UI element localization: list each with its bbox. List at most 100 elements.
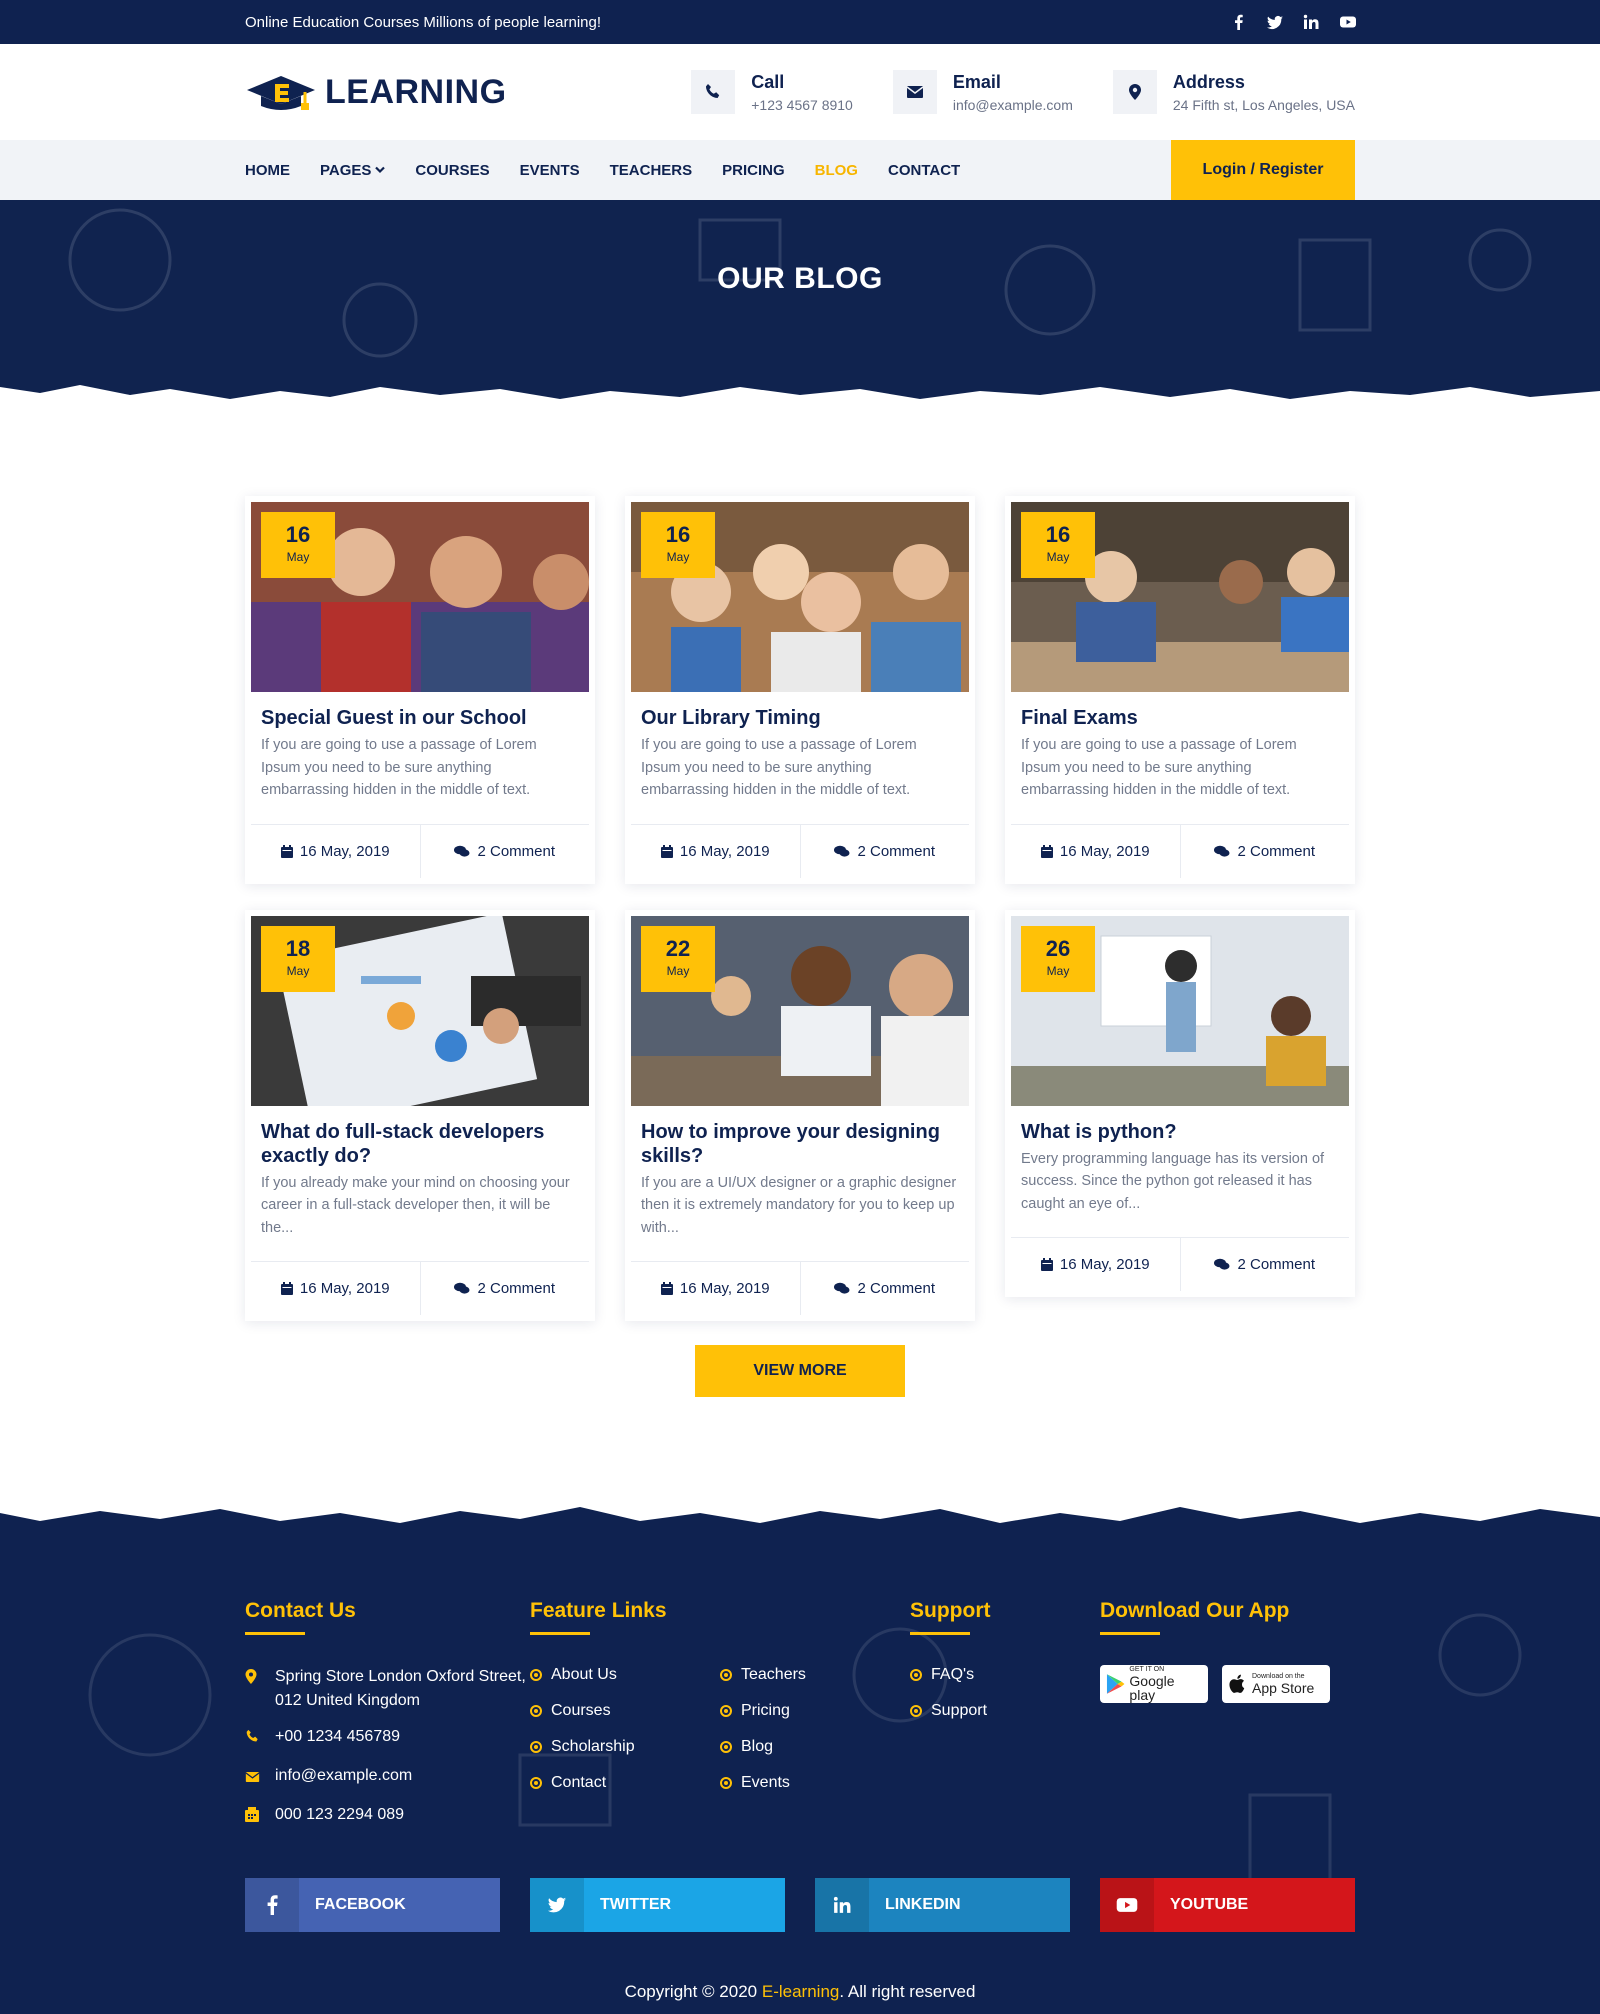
- blog-image[interactable]: 16 May: [251, 502, 589, 692]
- blog-image[interactable]: 16 May: [1011, 502, 1349, 692]
- post-date: 16 May, 2019: [631, 824, 801, 878]
- blog-image[interactable]: 22 May: [631, 915, 969, 1106]
- footer-heading: Support: [910, 1599, 1100, 1635]
- footer-link[interactable]: Pricing: [720, 1693, 806, 1729]
- contact-value[interactable]: +123 4567 8910: [751, 97, 853, 113]
- youtube-button[interactable]: YOUTUBE: [1100, 1878, 1355, 1932]
- twitter-icon[interactable]: [1267, 14, 1283, 30]
- link-label: Pricing: [741, 1702, 790, 1719]
- post-comments[interactable]: 2 Comment: [801, 825, 970, 878]
- footer-link[interactable]: Scholarship: [530, 1729, 720, 1765]
- comments-icon: [454, 845, 470, 857]
- post-comments[interactable]: 2 Comment: [801, 1262, 970, 1315]
- post-comments[interactable]: 2 Comment: [421, 1262, 590, 1315]
- comments-icon: [834, 845, 850, 857]
- footer-email[interactable]: info@example.com: [245, 1764, 530, 1791]
- link-label: Support: [931, 1702, 988, 1719]
- nav-item-pages[interactable]: PAGES: [320, 161, 386, 179]
- blog-image[interactable]: 18 May: [251, 915, 589, 1106]
- footer-link[interactable]: Support: [910, 1693, 1100, 1729]
- post-date-text: 16 May, 2019: [1059, 842, 1150, 860]
- post-meta: 16 May, 2019 2 Comment: [1011, 1237, 1349, 1291]
- contact-label: Call: [751, 71, 785, 92]
- date-month: May: [666, 963, 690, 978]
- nav-item-contact[interactable]: CONTACT: [888, 162, 960, 179]
- logo-text: LEARNING: [325, 72, 507, 111]
- copyright-brand-link[interactable]: E-learning: [762, 1982, 840, 2001]
- youtube-icon[interactable]: [1339, 14, 1356, 30]
- twitter-button[interactable]: TWITTER: [530, 1878, 785, 1932]
- footer-phone[interactable]: +00 1234 456789: [245, 1725, 530, 1752]
- circle-dot-icon: [910, 1669, 922, 1681]
- nav-item-pricing[interactable]: PRICING: [722, 162, 785, 179]
- chevron-down-icon: [375, 166, 386, 174]
- graduation-cap-logo-icon: [247, 76, 315, 110]
- footer-link[interactable]: Teachers: [720, 1657, 806, 1693]
- linkedin-icon[interactable]: [1303, 14, 1319, 30]
- blog-card[interactable]: 26 May What is python? Every programming …: [1005, 909, 1355, 1297]
- date-day: 16: [665, 522, 691, 547]
- email-text: info@example.com: [275, 1767, 413, 1784]
- nav-item-blog[interactable]: BLOG: [815, 162, 858, 179]
- blog-image[interactable]: 26 May: [1011, 915, 1349, 1106]
- feature-links-col2: Teachers Pricing Blog Events: [720, 1657, 806, 1801]
- nav-item-courses[interactable]: COURSES: [415, 162, 489, 179]
- facebook-button[interactable]: FACEBOOK: [245, 1878, 500, 1932]
- nav-item-home[interactable]: HOME: [245, 162, 290, 179]
- blog-image[interactable]: 16 May: [631, 502, 969, 692]
- footer-link[interactable]: Blog: [720, 1729, 806, 1765]
- map-pin-icon: [245, 1665, 261, 1713]
- blog-card[interactable]: 16 May Our Library Timing If you are goin…: [625, 496, 975, 884]
- blog-card[interactable]: 16 May Special Guest in our School If you…: [245, 496, 595, 884]
- comment-count: 2 Comment: [1237, 1256, 1316, 1273]
- footer-link[interactable]: Courses: [530, 1693, 720, 1729]
- footer-social-buttons: FACEBOOK TWITTER LINKEDIN YOUTUBE: [245, 1878, 1355, 1932]
- post-date: 16 May, 2019: [1011, 824, 1181, 878]
- footer-link[interactable]: Events: [720, 1765, 806, 1801]
- blog-card[interactable]: 22 May How to improve your designing skil…: [625, 909, 975, 1321]
- facebook-icon[interactable]: [1231, 14, 1247, 30]
- blog-card[interactable]: 16 May Final Exams If you are going to us…: [1005, 496, 1355, 884]
- header: LEARNING Call +123 4567 8910 Email info@ex…: [0, 44, 1600, 140]
- logo[interactable]: LEARNING: [245, 70, 507, 114]
- post-comments[interactable]: 2 Comment: [1181, 1238, 1350, 1291]
- nav-item-events[interactable]: EVENTS: [520, 162, 580, 179]
- linkedin-button[interactable]: LINKEDIN: [815, 1878, 1070, 1932]
- post-comments[interactable]: 2 Comment: [421, 825, 590, 878]
- page-title: OUR BLOG: [717, 262, 883, 295]
- linkedin-icon: [815, 1878, 869, 1932]
- footer-link[interactable]: About Us: [530, 1657, 720, 1693]
- youtube-icon: [1100, 1878, 1154, 1932]
- post-comments[interactable]: 2 Comment: [1181, 825, 1350, 878]
- blog-card[interactable]: 18 May What do full-stack developers exac…: [245, 909, 595, 1321]
- footer-heading: Contact Us: [245, 1599, 530, 1635]
- footer-support: Support FAQ's Support: [910, 1599, 1100, 1842]
- date-badge: 16 May: [641, 512, 715, 578]
- apple-icon: [1229, 1674, 1245, 1693]
- google-play-badge[interactable]: GET IT ON Google play: [1100, 1665, 1208, 1703]
- contact-label: Address: [1172, 71, 1245, 92]
- contact-value[interactable]: info@example.com: [953, 97, 1073, 113]
- post-title[interactable]: How to improve your designing skills?: [641, 1120, 959, 1168]
- nav-label: PAGES: [320, 161, 372, 179]
- post-title[interactable]: Special Guest in our School: [261, 706, 579, 730]
- blog-section: 16 May Special Guest in our School If you…: [0, 410, 1600, 1397]
- google-play-icon: [1106, 1674, 1125, 1694]
- post-title[interactable]: What do full-stack developers exactly do…: [261, 1120, 579, 1168]
- date-month: May: [286, 963, 310, 978]
- contact-address: Address 24 Fifth st, Los Angeles, USA: [1112, 70, 1355, 114]
- nav-item-teachers[interactable]: TEACHERS: [610, 162, 693, 179]
- login-register-button[interactable]: Login / Register: [1171, 140, 1355, 200]
- post-title[interactable]: Final Exams: [1021, 706, 1339, 730]
- view-more-button[interactable]: VIEW MORE: [695, 1345, 905, 1397]
- app-store-badge[interactable]: Download on the App Store: [1222, 1665, 1330, 1703]
- footer-link[interactable]: Contact: [530, 1765, 720, 1801]
- phone-icon: [245, 1725, 261, 1752]
- post-excerpt: If you are going to use a passage of Lor…: [1021, 737, 1297, 798]
- post-date-text: 16 May, 2019: [299, 1280, 390, 1297]
- post-title[interactable]: What is python?: [1021, 1120, 1339, 1144]
- contact-value: 24 Fifth st, Los Angeles, USA: [1172, 96, 1355, 113]
- footer-link[interactable]: FAQ's: [910, 1657, 1100, 1693]
- link-label: Courses: [551, 1702, 611, 1719]
- post-title[interactable]: Our Library Timing: [641, 706, 959, 730]
